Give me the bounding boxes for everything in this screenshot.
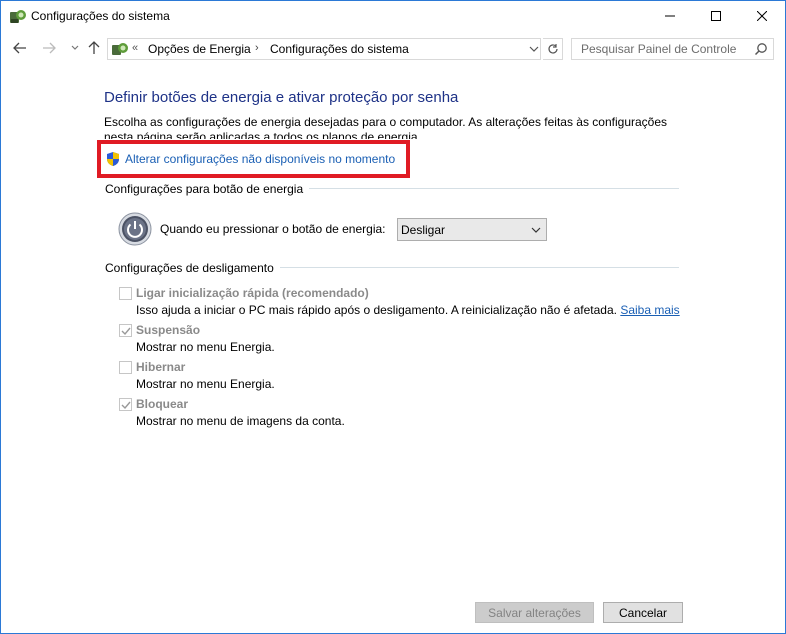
arrow-up-icon: [88, 41, 100, 54]
refresh-button[interactable]: [543, 38, 563, 60]
power-button-icon: [118, 212, 152, 246]
breadcrumb-overflow[interactable]: «: [132, 42, 138, 54]
option-description: Mostrar no menu Energia.: [136, 377, 275, 391]
power-button-action-select[interactable]: Desligar: [397, 218, 547, 241]
control-panel-icon: [112, 43, 128, 55]
checkmark-icon: [121, 327, 131, 335]
arrow-right-icon: [43, 42, 56, 54]
sleep-checkbox[interactable]: [119, 323, 132, 337]
fast-startup-checkbox[interactable]: [119, 286, 132, 300]
up-button[interactable]: [86, 40, 102, 56]
section-label: Configurações de desligamento: [105, 261, 280, 275]
option-label: Ligar inicialização rápida (recomendado): [136, 286, 369, 300]
close-button[interactable]: [739, 1, 785, 31]
window-title: Configurações do sistema: [31, 9, 170, 23]
minimize-icon: [665, 15, 675, 17]
chevron-down-icon: [71, 45, 79, 50]
page-description: Escolha as configurações de energia dese…: [104, 115, 668, 139]
option-label: Suspensão: [136, 323, 201, 337]
breadcrumb-separator[interactable]: ›: [255, 42, 259, 54]
refresh-icon: [547, 44, 558, 54]
checkmark-icon: [121, 401, 131, 409]
hibernate-checkbox[interactable]: [119, 360, 132, 374]
chevron-down-icon: [531, 227, 541, 233]
save-changes-button[interactable]: Salvar alterações: [475, 602, 594, 623]
close-icon: [757, 11, 767, 21]
page-title: Definir botões de energia e ativar prote…: [104, 89, 459, 106]
option-label: Hibernar: [136, 360, 186, 374]
hibernate-option: Hibernar: [119, 359, 185, 375]
breadcrumb-system-settings[interactable]: Configurações do sistema: [270, 42, 409, 56]
search-box: [571, 38, 774, 60]
power-button-label: Quando eu pressionar o botão de energia:: [160, 222, 386, 236]
select-value: Desligar: [401, 223, 446, 237]
minimize-button[interactable]: [647, 1, 693, 31]
description-text: Isso ajuda a iniciar o PC mais rápido ap…: [136, 303, 617, 317]
cancel-button[interactable]: Cancelar: [603, 602, 683, 623]
forward-button[interactable]: [41, 40, 57, 56]
breadcrumb-power-options[interactable]: Opções de Energia: [148, 42, 251, 56]
arrow-left-icon: [13, 42, 26, 54]
recent-locations-button[interactable]: [67, 40, 83, 56]
lock-checkbox[interactable]: [119, 397, 132, 411]
section-divider: [295, 188, 679, 189]
section-divider: [275, 267, 679, 268]
section-label: Configurações para botão de energia: [105, 182, 310, 196]
address-bar[interactable]: « Opções de Energia › Configurações do s…: [107, 38, 541, 60]
system-settings-window: Configurações do sistema « Opções de Ene…: [0, 0, 786, 634]
search-input[interactable]: [572, 39, 747, 59]
option-description: Mostrar no menu de imagens da conta.: [136, 414, 345, 428]
learn-more-link[interactable]: Saiba mais: [620, 303, 679, 317]
address-dropdown-icon[interactable]: [528, 43, 540, 55]
search-icon[interactable]: [754, 42, 768, 56]
maximize-icon: [711, 11, 721, 21]
title-bar: Configurações do sistema: [1, 1, 785, 32]
sleep-option: Suspensão: [119, 322, 200, 338]
power-options-icon: [10, 10, 26, 23]
lock-option: Bloquear: [119, 396, 188, 412]
option-label: Bloquear: [136, 397, 189, 411]
navigation-bar: « Opções de Energia › Configurações do s…: [1, 32, 785, 66]
fast-startup-option: Ligar inicialização rápida (recomendado): [119, 285, 369, 301]
maximize-button[interactable]: [693, 1, 739, 31]
option-description: Mostrar no menu Energia.: [136, 340, 275, 354]
highlight-annotation: [97, 140, 410, 178]
power-button-section: Configurações para botão de energia: [105, 182, 679, 196]
shutdown-section: Configurações de desligamento: [105, 261, 679, 275]
option-description: Isso ajuda a iniciar o PC mais rápido ap…: [136, 303, 680, 317]
back-button[interactable]: [12, 40, 28, 56]
